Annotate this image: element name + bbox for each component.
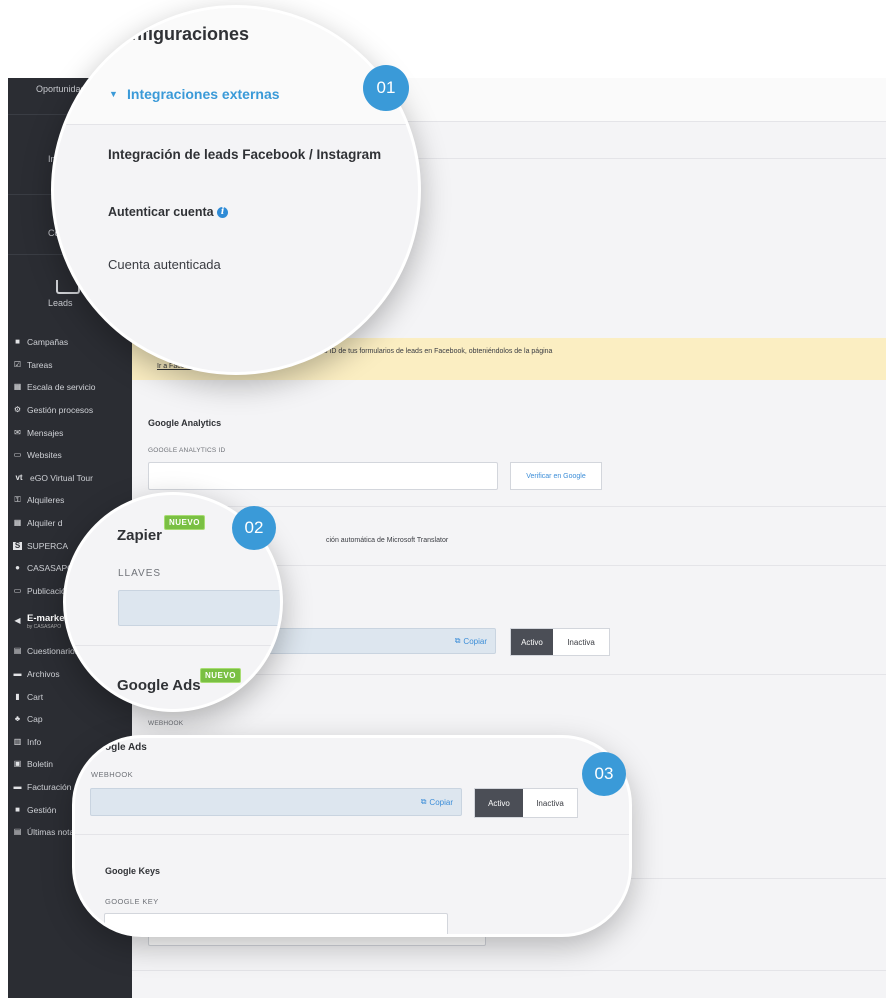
page-title: nfiguraciones [131, 24, 250, 44]
inactive-option[interactable]: Inactiva [523, 789, 577, 817]
sidebar-item-label: Alquileres [27, 495, 65, 506]
sidebar-item-campanas[interactable]: ■ Campañas [8, 331, 132, 354]
google-ads-title: ogle Ads [105, 742, 147, 753]
sidebar-item-label: Gestión procesos [27, 405, 94, 416]
sidebar-item-label: Info [27, 736, 42, 747]
notes-icon: ▤ [13, 827, 22, 837]
webhook-label: WEBHOOK [91, 770, 133, 779]
facebook-integration-heading: Integración de leads Facebook / Instagra… [108, 147, 382, 162]
campaign-icon: ■ [15, 337, 20, 347]
mail-icon: ✉ [14, 427, 21, 437]
copy-button[interactable]: Copiar [463, 637, 487, 646]
s-icon: S [13, 540, 22, 550]
archive-icon: ▬ [13, 669, 22, 679]
google-analytics-id-input[interactable] [148, 462, 498, 490]
google-key-input[interactable] [104, 913, 448, 934]
zoom-callout-integrations: nfiguraciones ▼ Integraciones externas I… [51, 5, 421, 375]
sidebar-item-label: Cuestionarios [27, 646, 79, 657]
button-label: Verificar en Google [526, 472, 586, 480]
translation-note: ción automática de Microsoft Translator [326, 537, 449, 544]
newsletter-icon: ▣ [13, 759, 22, 769]
keys-label: LLAVES [118, 568, 162, 579]
sidebar-item-websites[interactable]: ▭ Websites [8, 444, 132, 467]
copy-button[interactable]: Copiar [429, 798, 453, 807]
google-analytics-title: Google Analytics [148, 418, 222, 428]
zapier-status-toggle[interactable]: Activo Inactiva [510, 628, 610, 656]
sidebar-item-gestion-procesos[interactable]: ⚙ Gestión procesos [8, 399, 132, 422]
monitor-icon: ▭ [13, 585, 22, 595]
new-badge: NUEVO [164, 515, 205, 530]
form-icon: ▤ [13, 646, 22, 656]
process-icon: ⚙ [13, 405, 22, 415]
inactive-option[interactable]: Inactiva [553, 629, 609, 655]
active-option[interactable]: Activo [475, 789, 523, 817]
zapier-keys-field[interactable] [118, 590, 280, 626]
keys-icon: ⚿ [14, 495, 21, 505]
sidebar-item-virtual-tour[interactable]: vt eGO Virtual Tour [8, 467, 132, 490]
calendar-icon: ▦ [13, 518, 22, 528]
google-key-label: GOOGLE KEY [105, 897, 159, 906]
zoom-callout-google-ads: ogle Ads WEBHOOK ⧉ Copiar Activo Inactiva… [72, 735, 632, 937]
google-ads-title: Google Ads [117, 677, 201, 694]
report-icon: ▥ [13, 736, 22, 746]
sidebar-item-label: Escala de servicio [27, 382, 96, 393]
google-ads-status-toggle[interactable]: Activo Inactiva [474, 788, 578, 818]
calendar-icon: ▦ [13, 382, 22, 392]
sidebar-item-label: eGO Virtual Tour [30, 472, 93, 483]
callout-number-badge: 02 [232, 506, 276, 550]
callout-header: nfiguraciones [54, 8, 418, 77]
divider [66, 645, 280, 646]
zapier-title: Zapier [117, 527, 163, 544]
megaphone-icon: ◀ [14, 616, 21, 626]
invoice-icon: ▬ [13, 781, 22, 791]
vt-icon: vt [15, 472, 23, 482]
car-icon: ● [15, 563, 20, 573]
alert-text: indicar los ID de tus formularios de lea… [296, 348, 553, 355]
sidebar-item-label: Mensajes [27, 427, 64, 438]
divider [75, 834, 629, 835]
sidebar-item-label: Tareas [27, 359, 53, 370]
briefcase-icon: ■ [15, 804, 20, 814]
sidebar-item-label: Cap [27, 714, 43, 725]
webhook-label-bg: WEBHOOK [148, 720, 184, 727]
sidebar-item-label: Boletin [27, 759, 53, 770]
section-title: Integraciones externas [127, 86, 280, 102]
new-badge: NUEVO [200, 668, 241, 683]
sidebar-item-label: Websites [27, 450, 62, 461]
sidebar-item-escala-servicio[interactable]: ▦ Escala de servicio [8, 376, 132, 399]
active-option[interactable]: Activo [511, 629, 553, 655]
divider [132, 970, 886, 971]
sidebar-item-label: Gestión [27, 804, 57, 815]
document-icon: ▮ [15, 691, 20, 701]
copy-icon: ⧉ [454, 636, 461, 645]
copy-icon: ⧉ [420, 797, 427, 806]
google-keys-title: Google Keys [105, 866, 161, 876]
sidebar-item-label: SUPERCA [27, 540, 69, 551]
auth-label-wrap: Autenticar cuenta i [108, 205, 229, 219]
verify-google-button[interactable]: Verificar en Google [510, 462, 602, 490]
google-analytics-id-label: GOOGLE ANALYTICS ID [148, 447, 226, 454]
auth-label: Autenticar cuenta [108, 205, 214, 219]
webhook-field[interactable]: ⧉ Copiar [90, 788, 462, 816]
sidebar-item-label: Leads [48, 298, 73, 308]
sidebar-item-tareas[interactable]: ☑ Tareas [8, 354, 132, 377]
sidebar-item-label: Facturación [27, 781, 72, 792]
monitor-icon: ▭ [13, 450, 22, 460]
info-icon[interactable]: i [217, 207, 229, 219]
sidebar-item-label: Campañas [27, 337, 69, 348]
callout-number-badge: 03 [582, 752, 626, 796]
auth-status: Cuenta autenticada [108, 257, 221, 272]
caret-down-icon: ▼ [109, 89, 118, 99]
sidebar-item-cap[interactable]: ♣ Cap [8, 708, 132, 731]
sidebar-item-label: Cart [27, 691, 44, 702]
sidebar-item-label: Archivos [27, 669, 60, 680]
checkbox-icon: ☑ [13, 359, 22, 369]
callout-number-badge: 01 [363, 65, 409, 111]
sidebar-item-label: Últimas notas [27, 827, 79, 838]
group-icon: ♣ [14, 714, 21, 724]
sidebar-item-label: Alquiler d [27, 518, 63, 529]
sidebar-item-mensajes[interactable]: ✉ Mensajes [8, 421, 132, 444]
